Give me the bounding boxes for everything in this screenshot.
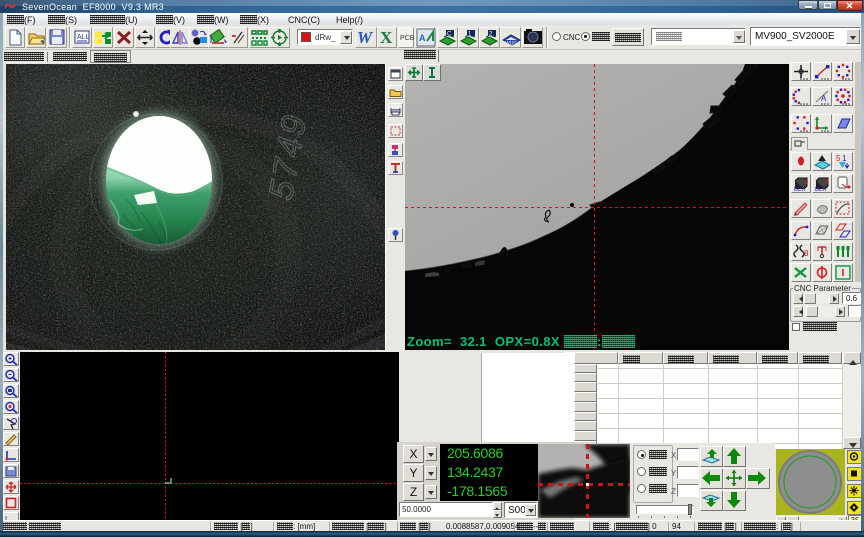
svg-text:1: 1	[804, 179, 808, 186]
svg-text:1: 1	[842, 154, 847, 163]
svg-text:C: C	[447, 32, 452, 38]
svg-text:5: 5	[836, 154, 841, 163]
svg-text:2: 2	[825, 179, 829, 186]
svg-text:A: A	[821, 94, 827, 103]
svg-text:8: 8	[804, 249, 809, 258]
svg-text:PCB: PCB	[400, 35, 415, 42]
svg-text:W: W	[357, 28, 374, 47]
svg-text:X: X	[380, 28, 393, 47]
svg-text:BLK: BLK	[815, 187, 826, 192]
svg-text:WUC: WUC	[505, 41, 517, 47]
svg-text:ALL: ALL	[77, 34, 90, 41]
svg-text:BLK: BLK	[794, 187, 805, 192]
svg-text:A: A	[419, 33, 426, 43]
